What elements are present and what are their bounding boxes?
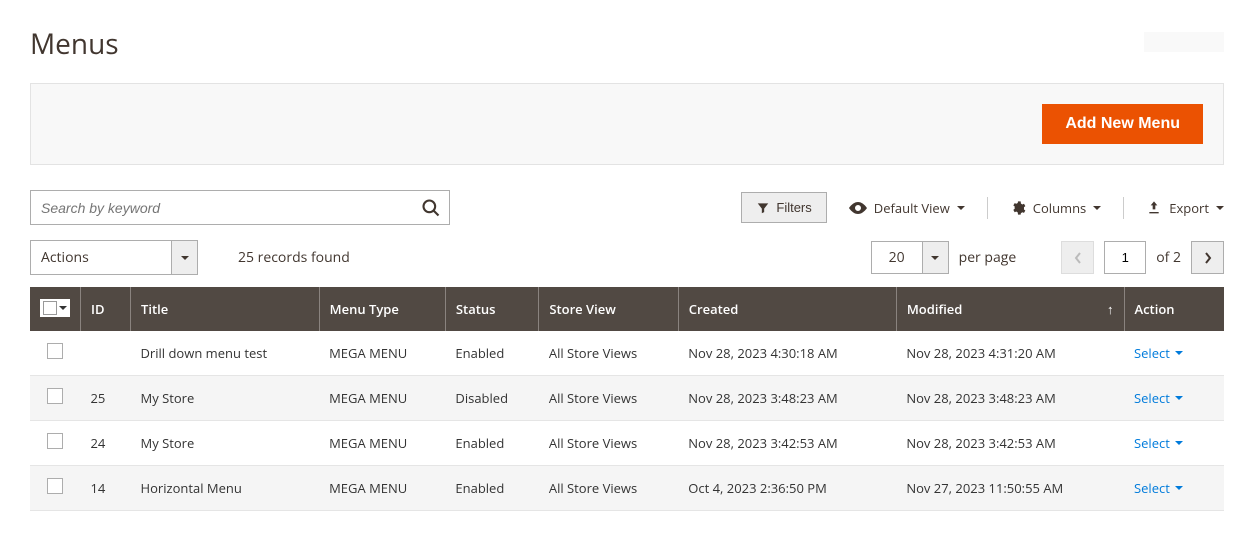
next-page-button[interactable] — [1191, 241, 1224, 274]
cell-modified: Nov 27, 2023 11:50:55 AM — [896, 466, 1124, 511]
cell-menu-type: MEGA MENU — [319, 376, 445, 421]
cell-menu-type: MEGA MENU — [319, 466, 445, 511]
cell-status: Enabled — [445, 421, 538, 466]
cell-status: Enabled — [445, 466, 538, 511]
cell-menu-type: MEGA MENU — [319, 421, 445, 466]
cell-title: My Store — [131, 376, 320, 421]
cell-created: Nov 28, 2023 4:30:18 AM — [678, 331, 896, 376]
cell-created: Oct 4, 2023 2:36:50 PM — [678, 466, 896, 511]
column-header-modified-label: Modified — [907, 300, 963, 318]
cell-id: 24 — [81, 421, 131, 466]
cell-status: Disabled — [445, 376, 538, 421]
column-header-created[interactable]: Created — [678, 287, 896, 331]
export-icon — [1146, 200, 1162, 216]
table-row: 24My StoreMEGA MENUEnabledAll Store View… — [30, 421, 1224, 466]
divider — [1123, 197, 1124, 219]
chevron-down-icon — [181, 256, 189, 260]
sort-asc-icon: ↑ — [1107, 300, 1114, 318]
per-page-toggle[interactable] — [922, 242, 948, 273]
row-action-select[interactable]: Select — [1134, 344, 1183, 362]
row-checkbox[interactable] — [47, 388, 63, 404]
chevron-down-icon — [957, 206, 965, 210]
checkbox-icon — [43, 301, 57, 315]
row-action-select[interactable]: Select — [1134, 479, 1183, 497]
cell-id — [81, 331, 131, 376]
chevron-down-icon — [59, 306, 67, 310]
row-checkbox[interactable] — [47, 478, 63, 494]
row-checkbox[interactable] — [47, 433, 63, 449]
chevron-down-icon — [1175, 351, 1183, 355]
column-header-title[interactable]: Title — [131, 287, 320, 331]
header-checkbox-cell[interactable] — [30, 287, 81, 331]
row-action-select[interactable]: Select — [1134, 389, 1183, 407]
user-block — [1144, 32, 1224, 52]
cell-status: Enabled — [445, 331, 538, 376]
chevron-down-icon — [1175, 441, 1183, 445]
column-header-store-view[interactable]: Store View — [539, 287, 678, 331]
funnel-icon — [756, 201, 770, 215]
cell-created: Nov 28, 2023 3:42:53 AM — [678, 421, 896, 466]
cell-store-view: All Store Views — [539, 331, 678, 376]
records-found-text: 25 records found — [238, 248, 350, 267]
cell-store-view: All Store Views — [539, 466, 678, 511]
cell-title: Drill down menu test — [131, 331, 320, 376]
cell-store-view: All Store Views — [539, 376, 678, 421]
chevron-down-icon — [1093, 206, 1101, 210]
cell-modified: Nov 28, 2023 3:48:23 AM — [896, 376, 1124, 421]
search-icon[interactable] — [421, 198, 441, 218]
actions-label: Actions — [31, 241, 171, 274]
per-page-value: 20 — [872, 242, 922, 273]
filters-label: Filters — [776, 200, 811, 215]
row-checkbox[interactable] — [47, 343, 63, 359]
menus-table: ID Title Menu Type Status Store View Cre… — [30, 287, 1224, 511]
default-view-button[interactable]: Default View — [849, 199, 965, 217]
total-pages-text: of 2 — [1156, 248, 1181, 267]
cell-title: My Store — [131, 421, 320, 466]
cell-created: Nov 28, 2023 3:48:23 AM — [678, 376, 896, 421]
search-input[interactable] — [31, 191, 449, 224]
cell-id: 14 — [81, 466, 131, 511]
columns-label: Columns — [1033, 199, 1086, 217]
column-header-id[interactable]: ID — [81, 287, 131, 331]
cell-id: 25 — [81, 376, 131, 421]
row-action-select[interactable]: Select — [1134, 434, 1183, 452]
cell-modified: Nov 28, 2023 4:31:20 AM — [896, 331, 1124, 376]
table-row: 14Horizontal MenuMEGA MENUEnabledAll Sto… — [30, 466, 1224, 511]
column-header-modified[interactable]: Modified ↑ — [896, 287, 1124, 331]
cell-modified: Nov 28, 2023 3:42:53 AM — [896, 421, 1124, 466]
current-page-input[interactable] — [1104, 241, 1146, 274]
per-page-dropdown[interactable]: 20 — [871, 241, 949, 274]
chevron-down-icon — [1175, 396, 1183, 400]
cell-menu-type: MEGA MENU — [319, 331, 445, 376]
filters-button[interactable]: Filters — [741, 192, 826, 223]
action-toolbar: Add New Menu — [30, 83, 1224, 165]
column-header-status[interactable]: Status — [445, 287, 538, 331]
columns-button[interactable]: Columns — [1010, 199, 1101, 217]
chevron-down-icon — [931, 256, 939, 260]
divider — [987, 197, 988, 219]
cell-title: Horizontal Menu — [131, 466, 320, 511]
export-label: Export — [1169, 199, 1209, 217]
prev-page-button[interactable] — [1061, 241, 1094, 274]
chevron-down-icon — [1175, 486, 1183, 490]
cell-store-view: All Store Views — [539, 421, 678, 466]
column-header-action: Action — [1124, 287, 1224, 331]
column-header-menu-type[interactable]: Menu Type — [319, 287, 445, 331]
chevron-down-icon — [1216, 206, 1224, 210]
actions-toggle[interactable] — [171, 241, 197, 274]
eye-icon — [849, 201, 867, 215]
table-row: 25My StoreMEGA MENUDisabledAll Store Vie… — [30, 376, 1224, 421]
add-new-menu-button[interactable]: Add New Menu — [1042, 104, 1203, 144]
default-view-label: Default View — [874, 199, 950, 217]
search-container — [30, 190, 450, 225]
actions-dropdown[interactable]: Actions — [30, 240, 198, 275]
per-page-label: per page — [959, 248, 1017, 267]
page-title: Menus — [30, 25, 119, 63]
table-row: Drill down menu testMEGA MENUEnabledAll … — [30, 331, 1224, 376]
export-button[interactable]: Export — [1146, 199, 1224, 217]
gear-icon — [1010, 200, 1026, 216]
